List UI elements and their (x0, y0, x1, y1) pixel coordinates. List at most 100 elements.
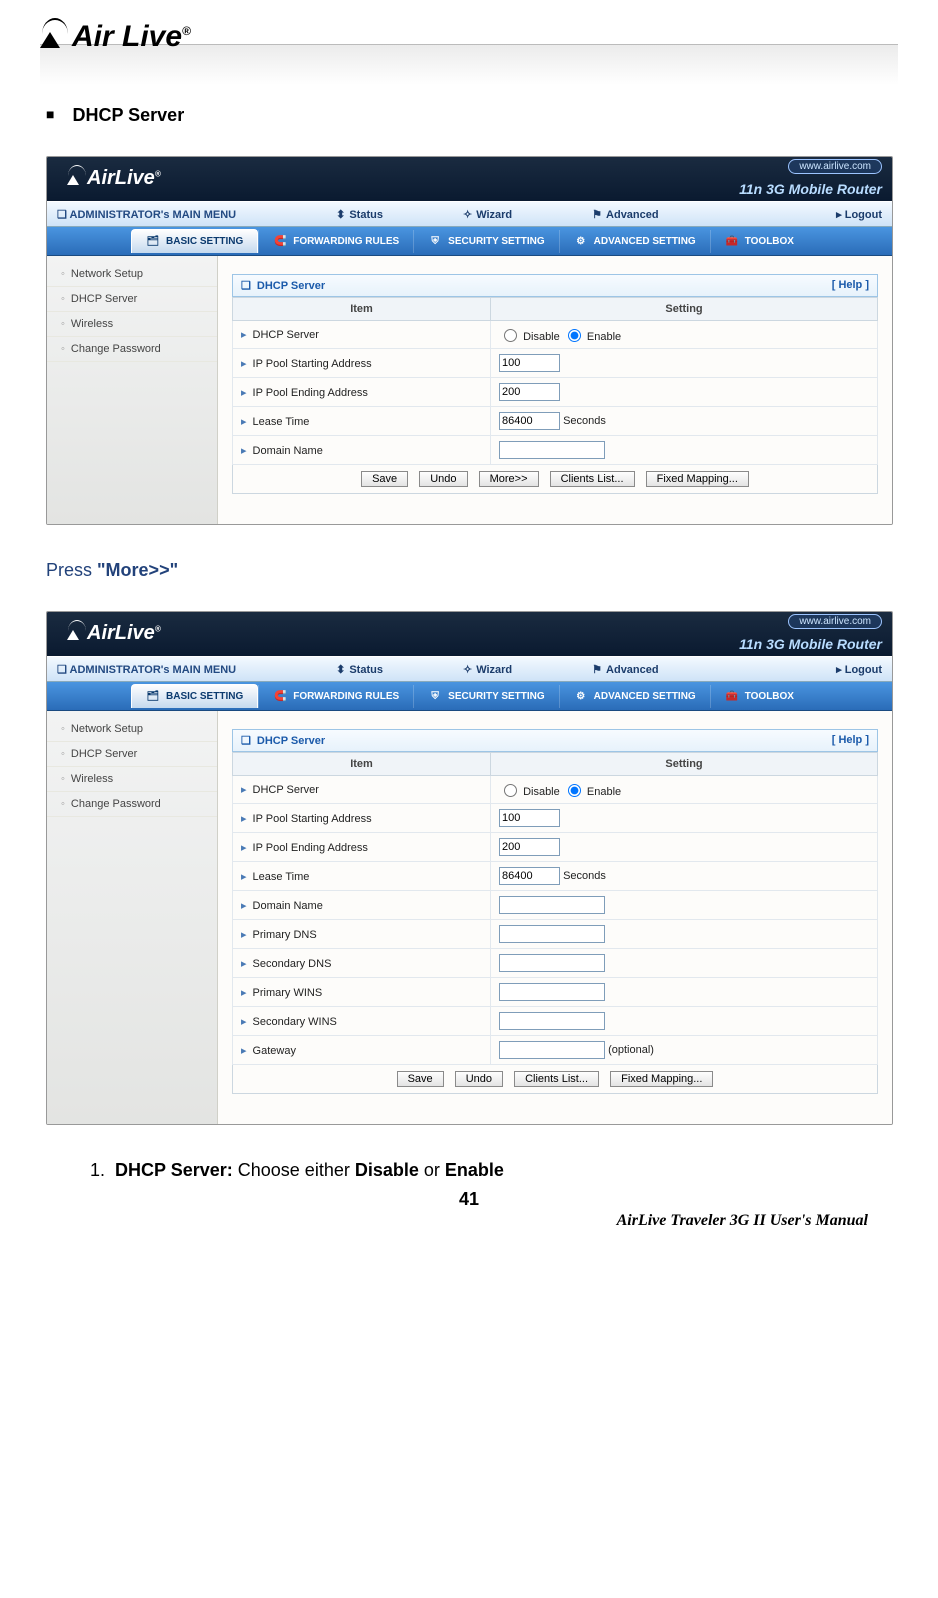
fixed-mapping-button[interactable]: Fixed Mapping... (610, 1071, 713, 1087)
content-panel: DHCP Server [ Help ] Item Setting DHCP S… (218, 256, 892, 524)
row-secondary-wins-label: Secondary WINS (233, 1007, 491, 1036)
help-link[interactable]: [ Help ] (832, 734, 869, 747)
domain-name-input[interactable] (499, 441, 605, 459)
main-menu: ❏ ADMINISTRATOR's MAIN MENU ⬍Status ✧Wiz… (47, 656, 892, 682)
sidebar-item-change-password[interactable]: Change Password (47, 792, 217, 817)
brand-bar: AirLive® www.airlive.com 11n 3G Mobile R… (47, 612, 892, 656)
tool-icon: 🧰 (725, 236, 739, 247)
menu-status[interactable]: ⬍Status (336, 208, 383, 221)
secondary-dns-input[interactable] (499, 954, 605, 972)
sidebar-item-network-setup[interactable]: Network Setup (47, 262, 217, 287)
tab-security-setting[interactable]: ⛨SECURITY SETTING (413, 230, 559, 253)
antenna-icon (40, 24, 74, 48)
antenna-icon (67, 624, 89, 640)
undo-button[interactable]: Undo (419, 471, 467, 487)
row-domain-name-label: Domain Name (233, 436, 491, 465)
undo-button[interactable]: Undo (455, 1071, 503, 1087)
tab-toolbox[interactable]: 🧰TOOLBOX (710, 230, 808, 253)
wizard-icon: ✧ (463, 209, 472, 221)
lease-time-input[interactable] (499, 412, 560, 430)
primary-wins-input[interactable] (499, 983, 605, 1001)
main-menu-title: ❏ ADMINISTRATOR's MAIN MENU (57, 208, 236, 221)
tab-basic-setting[interactable]: 🗂BASIC SETTING (131, 684, 258, 708)
dhcp-enable-radio[interactable] (568, 784, 581, 797)
menu-wizard[interactable]: ✧Wizard (463, 208, 512, 221)
content-panel: DHCP Server [ Help ] Item Setting DHCP S… (218, 711, 892, 1124)
tab-forwarding-rules[interactable]: 🧲FORWARDING RULES (258, 230, 413, 253)
button-bar: Save Undo Clients List... Fixed Mapping.… (232, 1065, 878, 1094)
config-table: Item Setting DHCP Server Disable Enable … (232, 297, 878, 465)
sidebar-item-network-setup[interactable]: Network Setup (47, 717, 217, 742)
tab-security-setting[interactable]: ⛨SECURITY SETTING (413, 685, 559, 708)
magnet-icon: 🧲 (273, 236, 287, 247)
domain-name-input[interactable] (499, 896, 605, 914)
dhcp-disable-radio[interactable] (504, 784, 517, 797)
ip-start-input[interactable] (499, 354, 560, 372)
th-setting: Setting (491, 753, 878, 776)
tab-bar: 🗂BASIC SETTING 🧲FORWARDING RULES ⛨SECURI… (47, 227, 892, 256)
advanced-icon: ⚑ (592, 664, 602, 676)
dhcp-disable-radio[interactable] (504, 329, 517, 342)
gear-icon: ⚙ (574, 236, 588, 247)
sidebar-item-wireless[interactable]: Wireless (47, 767, 217, 792)
footer-manual: AirLive Traveler 3G II User's Manual (40, 1212, 868, 1230)
help-link[interactable]: [ Help ] (832, 279, 869, 292)
gear-icon: ⚙ (574, 691, 588, 702)
sidebar: Network Setup DHCP Server Wireless Chang… (47, 256, 218, 524)
menu-advanced[interactable]: ⚑Advanced (592, 663, 658, 676)
ip-end-input[interactable] (499, 838, 560, 856)
lease-time-input[interactable] (499, 867, 560, 885)
row-secondary-dns-label: Secondary DNS (233, 949, 491, 978)
row-lease-time-label: Lease Time (233, 862, 491, 891)
config-table: Item Setting DHCP Server Disable Enable … (232, 752, 878, 1065)
wizard-icon: ✧ (463, 664, 472, 676)
save-button[interactable]: Save (397, 1071, 444, 1087)
tab-advanced-setting[interactable]: ⚙ADVANCED SETTING (559, 230, 710, 253)
ip-start-input[interactable] (499, 809, 560, 827)
row-primary-dns-label: Primary DNS (233, 920, 491, 949)
sidebar-item-dhcp-server[interactable]: DHCP Server (47, 742, 217, 767)
magnet-icon: 🧲 (273, 691, 287, 702)
row-dhcp-server-value: Disable Enable (491, 321, 878, 349)
fixed-mapping-button[interactable]: Fixed Mapping... (646, 471, 749, 487)
router-label: 11n 3G Mobile Router (739, 636, 882, 652)
shield-icon: ⛨ (428, 691, 442, 702)
save-button[interactable]: Save (361, 471, 408, 487)
clients-list-button[interactable]: Clients List... (550, 471, 635, 487)
row-ip-end-label: IP Pool Ending Address (233, 833, 491, 862)
sidebar-item-dhcp-server[interactable]: DHCP Server (47, 287, 217, 312)
th-item: Item (233, 298, 491, 321)
menu-wizard[interactable]: ✧Wizard (463, 663, 512, 676)
press-more-text: Press "More>>" (46, 560, 898, 581)
tab-bar: 🗂BASIC SETTING 🧲FORWARDING RULES ⛨SECURI… (47, 682, 892, 711)
url-bubble: www.airlive.com (788, 614, 882, 629)
menu-logout[interactable]: ▸ Logout (836, 663, 882, 676)
sidebar-item-wireless[interactable]: Wireless (47, 312, 217, 337)
clients-list-button[interactable]: Clients List... (514, 1071, 599, 1087)
folder-icon: 🗂 (146, 236, 160, 247)
menu-advanced[interactable]: ⚑Advanced (592, 208, 658, 221)
th-setting: Setting (491, 298, 878, 321)
antenna-icon (67, 169, 89, 185)
menu-status[interactable]: ⬍Status (336, 663, 383, 676)
tab-forwarding-rules[interactable]: 🧲FORWARDING RULES (258, 685, 413, 708)
tab-advanced-setting[interactable]: ⚙ADVANCED SETTING (559, 685, 710, 708)
shield-icon: ⛨ (428, 236, 442, 247)
row-ip-start-label: IP Pool Starting Address (233, 804, 491, 833)
sidebar-item-change-password[interactable]: Change Password (47, 337, 217, 362)
gateway-input[interactable] (499, 1041, 605, 1059)
list-item-1: 1. DHCP Server: Choose either Disable or… (90, 1160, 898, 1181)
secondary-wins-input[interactable] (499, 1012, 605, 1030)
tab-toolbox[interactable]: 🧰TOOLBOX (710, 685, 808, 708)
section-heading: DHCP Server (46, 105, 898, 126)
tab-basic-setting[interactable]: 🗂BASIC SETTING (131, 229, 258, 253)
menu-logout[interactable]: ▸ Logout (836, 208, 882, 221)
screenshot-1: AirLive® www.airlive.com 11n 3G Mobile R… (46, 156, 893, 525)
primary-dns-input[interactable] (499, 925, 605, 943)
page-logo: Air Live® (40, 20, 898, 54)
dhcp-enable-radio[interactable] (568, 329, 581, 342)
more-button[interactable]: More>> (479, 471, 539, 487)
button-bar: Save Undo More>> Clients List... Fixed M… (232, 465, 878, 494)
ip-end-input[interactable] (499, 383, 560, 401)
row-dhcp-server-label: DHCP Server (233, 776, 491, 804)
